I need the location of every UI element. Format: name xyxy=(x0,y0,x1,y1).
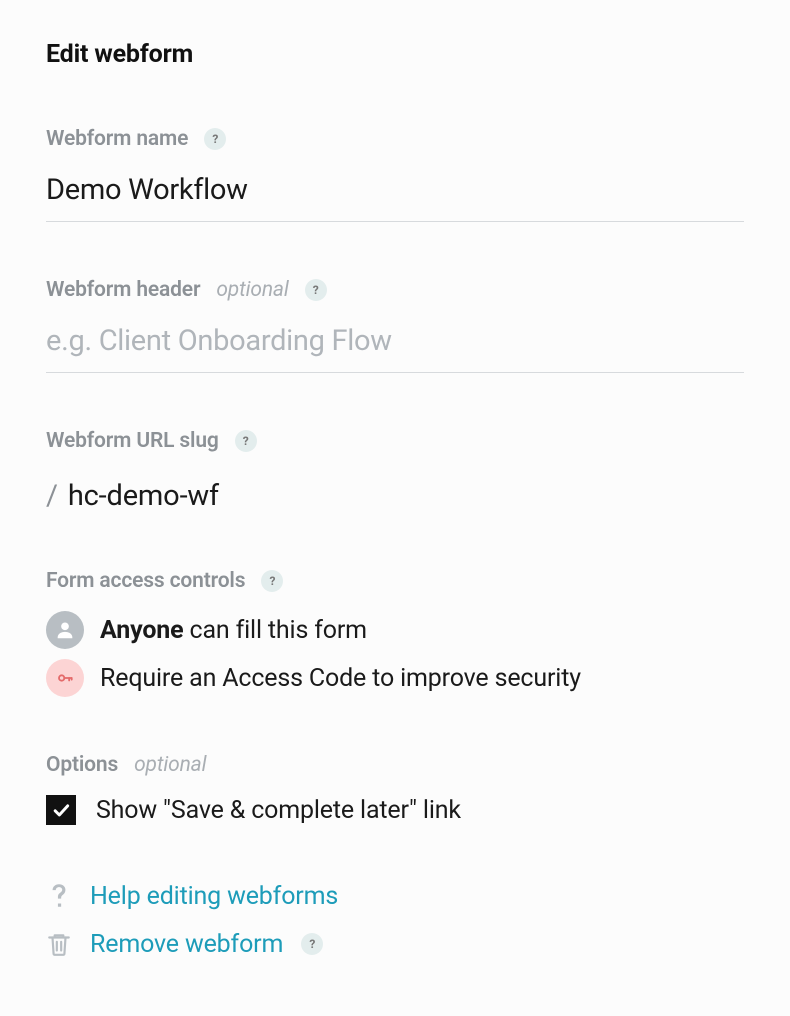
help-link[interactable]: Help editing webforms xyxy=(90,882,338,911)
remove-link-row[interactable]: Remove webform ? xyxy=(46,929,744,959)
option-save-later-row[interactable]: Show "Save & complete later" link xyxy=(46,795,744,825)
access-anyone-row[interactable]: Anyone can fill this form xyxy=(46,611,744,649)
section-options: Options optional Show "Save & complete l… xyxy=(46,753,744,825)
access-anyone-rest: can fill this form xyxy=(183,616,366,645)
option-save-later-label: Show "Save & complete later" link xyxy=(96,796,461,825)
options-label: Options xyxy=(46,753,118,777)
webform-header-label: Webform header xyxy=(46,278,200,302)
field-webform-name: Webform name ? xyxy=(46,127,744,222)
webform-slug-label: Webform URL slug xyxy=(46,429,219,453)
access-anyone-bold: Anyone xyxy=(100,616,183,645)
access-require-code-text: Require an Access Code to improve securi… xyxy=(100,661,581,696)
question-icon xyxy=(46,881,72,911)
help-icon[interactable]: ? xyxy=(235,430,257,452)
field-webform-slug: Webform URL slug ? / hc-demo-wf xyxy=(46,429,744,513)
field-webform-header: Webform header optional ? xyxy=(46,278,744,373)
access-anyone-text: Anyone can fill this form xyxy=(100,613,367,648)
page-title: Edit webform xyxy=(46,40,744,69)
footer-links: Help editing webforms Remove webform ? xyxy=(46,881,744,959)
slug-slash: / xyxy=(46,479,58,513)
help-icon[interactable]: ? xyxy=(204,128,226,150)
checkbox-checked-icon[interactable] xyxy=(46,795,76,825)
trash-icon xyxy=(46,929,72,959)
help-icon[interactable]: ? xyxy=(305,279,327,301)
person-icon xyxy=(46,611,84,649)
webform-name-label: Webform name xyxy=(46,127,188,151)
key-icon xyxy=(46,659,84,697)
section-access-controls: Form access controls ? Anyone can fill t… xyxy=(46,569,744,697)
webform-name-input[interactable] xyxy=(46,169,744,222)
access-require-code-row[interactable]: Require an Access Code to improve securi… xyxy=(46,659,744,697)
optional-tag: optional xyxy=(216,278,288,302)
help-icon[interactable]: ? xyxy=(261,570,283,592)
optional-tag: optional xyxy=(134,753,206,777)
access-controls-label: Form access controls xyxy=(46,569,245,593)
webform-header-input[interactable] xyxy=(46,320,744,373)
webform-slug-value[interactable]: hc-demo-wf xyxy=(68,479,219,513)
help-icon[interactable]: ? xyxy=(301,933,323,955)
help-link-row[interactable]: Help editing webforms xyxy=(46,881,744,911)
remove-link[interactable]: Remove webform xyxy=(90,930,283,959)
